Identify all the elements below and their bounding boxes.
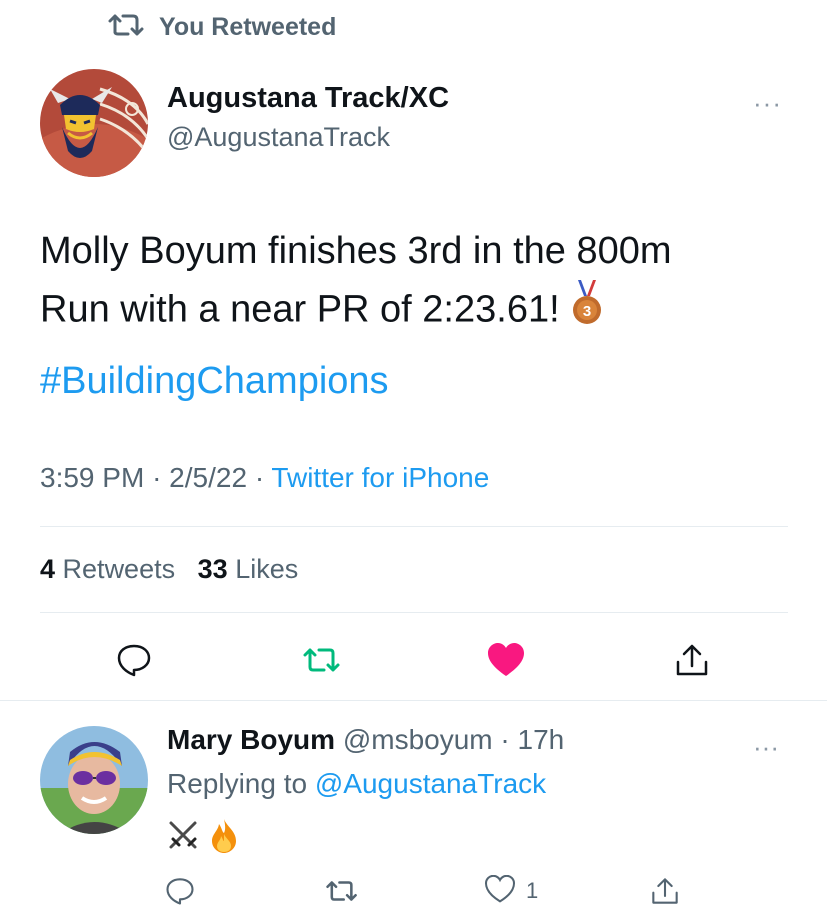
section-divider [0, 700, 827, 701]
tweet-meta: 3:59 PM · 2/5/22 · Twitter for iPhone [40, 462, 490, 493]
tweet-text-line2: Run with a near PR of 2:23.61! [40, 288, 560, 331]
hashtag-link[interactable]: #BuildingChampions [40, 356, 389, 406]
fire-icon [209, 818, 239, 859]
tweet-stats: 4 Retweets 33 Likes [40, 554, 298, 585]
retweets-label: Retweets [62, 554, 176, 584]
replying-to: Replying to @AugustanaTrack [167, 768, 546, 800]
retweets-count: 4 [40, 554, 56, 584]
likes-count: 33 [197, 554, 228, 584]
author-name[interactable]: Augustana Track/XC [167, 82, 449, 115]
divider [40, 526, 788, 527]
svg-text:3: 3 [582, 303, 590, 320]
replying-to-handle[interactable]: @AugustanaTrack [315, 768, 546, 799]
reply-like-button[interactable]: 1 [484, 874, 538, 908]
reply-time[interactable]: 17h [518, 724, 565, 755]
reply-author-name[interactable]: Mary Boyum [167, 724, 335, 755]
tweet-text: Molly Boyum finishes 3rd in the 800m Run… [40, 222, 810, 343]
more-options-icon[interactable]: ··· [753, 88, 782, 119]
reply-header: Mary Boyum @msboyum · 17h [167, 724, 565, 755]
divider [40, 612, 788, 613]
share-icon[interactable] [672, 640, 712, 680]
reply-more-options-icon[interactable]: ··· [753, 732, 779, 763]
reply-share-icon[interactable] [650, 874, 680, 908]
likes-stat[interactable]: 33 Likes [198, 554, 299, 584]
author-avatar[interactable] [40, 69, 148, 177]
retweet-banner: You Retweeted [107, 10, 336, 44]
tweet-text-line1: Molly Boyum finishes 3rd in the 800m [40, 230, 672, 272]
tweet-date[interactable]: 2/5/22 [169, 462, 247, 493]
retweets-stat[interactable]: 4 Retweets [40, 554, 175, 584]
like-icon[interactable] [486, 640, 526, 680]
third-place-medal-icon: 3 [570, 280, 604, 343]
reply-reply-icon[interactable] [165, 874, 195, 908]
reply-icon[interactable] [114, 640, 154, 680]
author-handle[interactable]: @AugustanaTrack [167, 122, 390, 153]
reply-text [167, 818, 239, 859]
tweet-time[interactable]: 3:59 PM [40, 462, 144, 493]
retweet-icon[interactable] [302, 640, 342, 680]
retweet-banner-text: You Retweeted [159, 12, 337, 41]
retweet-icon [107, 12, 145, 43]
reply-author-handle[interactable]: @msboyum [343, 724, 493, 755]
reply-retweet-icon[interactable] [325, 874, 359, 908]
reply-author-avatar[interactable] [40, 726, 148, 834]
crossed-swords-icon [167, 819, 201, 858]
tweet-source-link[interactable]: Twitter for iPhone [271, 462, 489, 493]
likes-label: Likes [235, 554, 299, 584]
replying-to-label: Replying to [167, 768, 308, 799]
reply-like-count: 1 [526, 878, 539, 903]
reply-like-icon [484, 874, 516, 908]
